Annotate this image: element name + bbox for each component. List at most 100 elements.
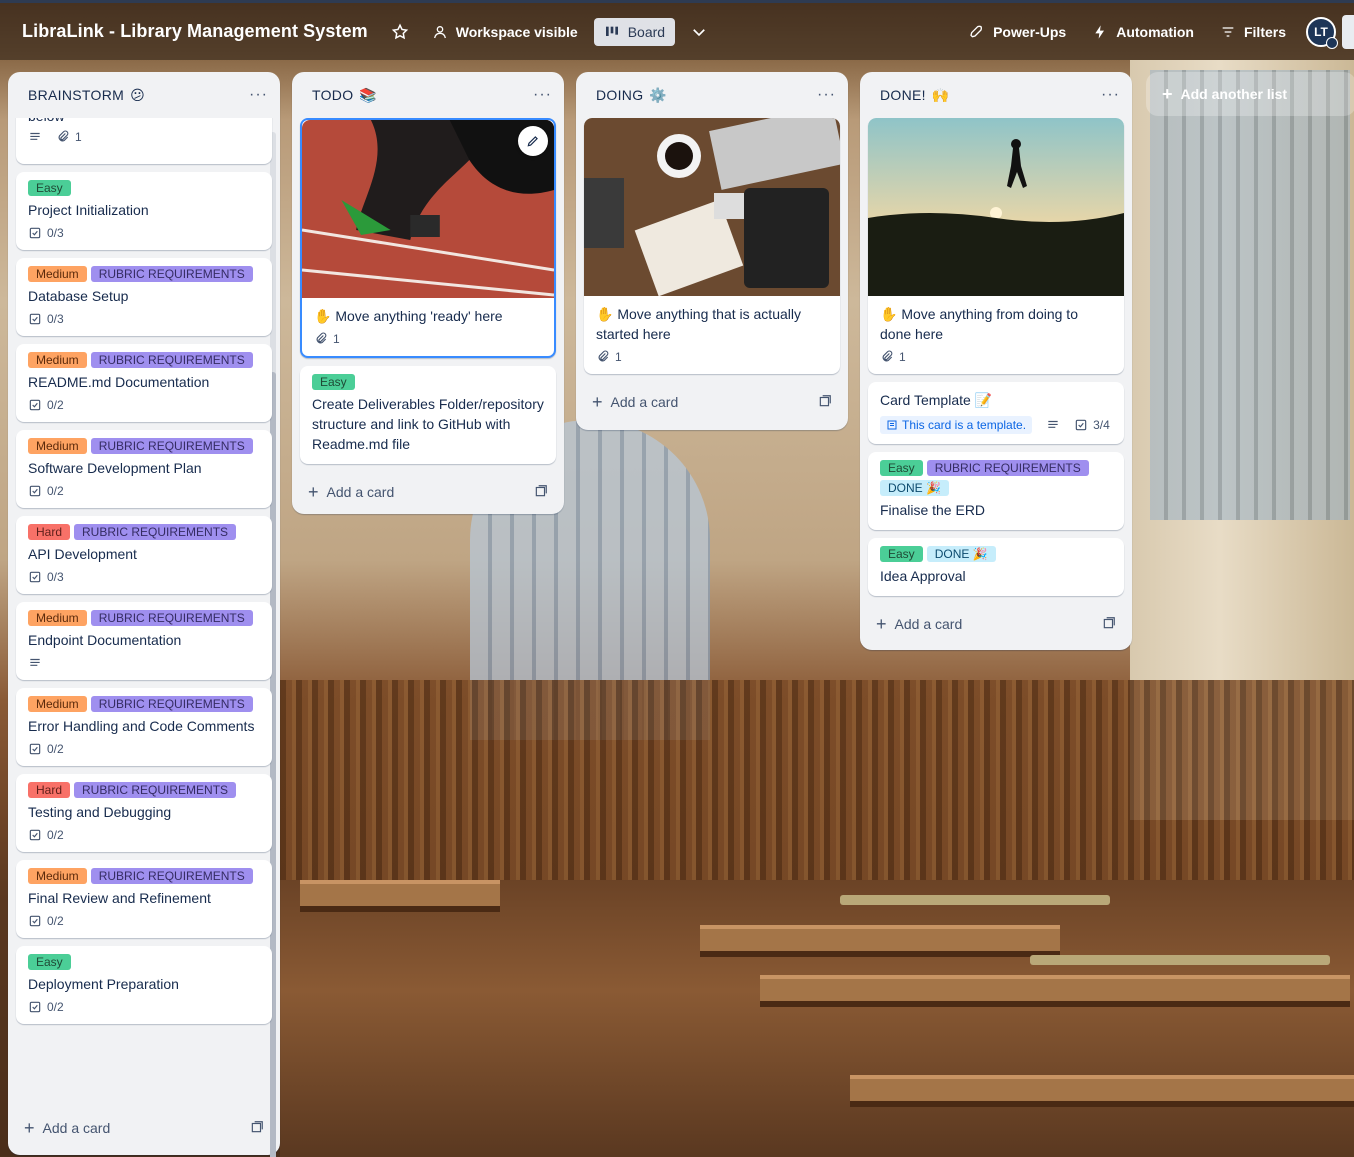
- checklist-badge: 0/2: [28, 1000, 64, 1014]
- label-easy: Easy: [880, 546, 923, 562]
- card-move-started[interactable]: ✋ Move anything that is actually started…: [584, 118, 840, 374]
- checkbox-icon: [29, 485, 41, 497]
- background-bookshelves: [280, 680, 1354, 880]
- card-move-done[interactable]: ✋ Move anything from doing to done here …: [868, 118, 1124, 374]
- label-rubric: RUBRIC REQUIREMENTS: [90, 438, 253, 454]
- card-create-deliverables[interactable]: Easy Create Deliverables Folder/reposito…: [300, 366, 556, 464]
- cover-image-runner: [302, 120, 554, 298]
- admin-badge-icon: [1326, 36, 1338, 49]
- checklist-badge: 0/2: [28, 914, 64, 928]
- label-medium: Medium: [28, 352, 87, 368]
- list-title[interactable]: DOING ⚙️: [596, 87, 667, 104]
- background-table: [700, 925, 1060, 951]
- add-card-button[interactable]: + Add a card: [8, 1108, 280, 1148]
- label-done: DONE 🎉: [880, 480, 949, 496]
- hand-emoji-icon: ✋: [596, 306, 614, 322]
- card[interactable]: Medium RUBRIC REQUIREMENTS Error Handling …: [16, 688, 272, 766]
- background-table: [850, 1075, 1354, 1101]
- description-icon: [1046, 418, 1060, 432]
- checklist-badge: 0/2: [28, 828, 64, 842]
- list-header: BRAINSTORM 😕 ···: [8, 72, 280, 118]
- card-idea-approval[interactable]: Easy DONE 🎉 Idea Approval: [868, 538, 1124, 596]
- add-card-button[interactable]: + Add a card: [292, 472, 564, 512]
- checkbox-icon: [29, 743, 41, 755]
- create-from-template-icon[interactable]: [250, 1120, 264, 1137]
- list-brainstorm: BRAINSTORM 😕 ··· below 1 Easy Project Ini…: [8, 72, 280, 1157]
- create-from-template-icon[interactable]: [534, 484, 548, 501]
- visibility-label: Workspace visible: [455, 23, 578, 40]
- card[interactable]: Easy Deployment Preparation 0/2: [16, 946, 272, 1024]
- list-header: DOING ⚙️ ···: [576, 72, 848, 118]
- attachment-badge: 1: [596, 350, 622, 364]
- list-menu-icon[interactable]: ···: [249, 86, 268, 104]
- visibility-button[interactable]: Workspace visible: [424, 18, 586, 46]
- plus-icon: +: [24, 1117, 35, 1138]
- list-menu-icon[interactable]: ···: [817, 86, 836, 104]
- card[interactable]: Medium RUBRIC REQUIREMENTS README.md Docum…: [16, 344, 272, 422]
- card[interactable]: Easy Project Initialization 0/3: [16, 172, 272, 250]
- star-icon[interactable]: [390, 22, 410, 42]
- board-header: LibraLink - Library Management System Wo…: [0, 0, 1354, 60]
- checklist-badge: 0/2: [28, 742, 64, 756]
- list-menu-icon[interactable]: ···: [1101, 86, 1120, 104]
- checklist-badge: 0/3: [28, 570, 64, 584]
- add-card-button[interactable]: + Add a card: [860, 604, 1132, 644]
- card[interactable]: Medium RUBRIC REQUIREMENTS Software Develo…: [16, 430, 272, 508]
- label-easy: Easy: [880, 460, 923, 476]
- card[interactable]: Hard RUBRIC REQUIREMENTS Testing and Debug…: [16, 774, 272, 852]
- chevron-down-icon[interactable]: [689, 22, 709, 42]
- card[interactable]: Medium RUBRIC REQUIREMENTS Endpoint Docume…: [16, 602, 272, 680]
- description-icon: [28, 130, 42, 144]
- add-list-button[interactable]: + Add another list: [1146, 72, 1354, 116]
- label-medium: Medium: [28, 610, 87, 626]
- template-icon: [887, 420, 897, 430]
- lightning-icon: [1095, 24, 1105, 39]
- plus-icon: +: [876, 613, 887, 634]
- label-rubric: RUBRIC REQUIREMENTS: [74, 524, 237, 540]
- list-title[interactable]: TODO 📚: [312, 87, 377, 104]
- board-view-label: Board: [627, 23, 666, 40]
- card-title: Project Initialization: [28, 202, 149, 218]
- memo-emoji-icon: 📝: [974, 392, 993, 408]
- attachment-badge: 1: [56, 130, 82, 144]
- list-header: TODO 📚 ···: [292, 72, 564, 118]
- add-card-button[interactable]: + Add a card: [576, 382, 848, 422]
- board-title[interactable]: LibraLink - Library Management System: [22, 21, 368, 42]
- card[interactable]: Medium RUBRIC REQUIREMENTS Final Review an…: [16, 860, 272, 938]
- checklist-badge: 0/3: [28, 312, 64, 326]
- attachment-badge: 1: [314, 332, 340, 346]
- checkbox-icon: [29, 829, 41, 841]
- avatar[interactable]: LT: [1306, 16, 1338, 49]
- automation-button[interactable]: Automation: [1084, 18, 1202, 46]
- label-hard: Hard: [28, 782, 71, 798]
- hand-emoji-icon: ✋: [880, 306, 898, 322]
- label-rubric: RUBRIC REQUIREMENTS: [90, 352, 253, 368]
- paperclip-icon: [882, 350, 893, 362]
- list-title[interactable]: DONE! 🙌: [880, 87, 950, 104]
- attachment-badge: 1: [880, 350, 906, 364]
- powerups-button[interactable]: Power-Ups: [961, 18, 1074, 46]
- label-rubric: RUBRIC REQUIREMENTS: [90, 868, 253, 884]
- share-button[interactable]: [1342, 14, 1354, 49]
- card-title: API Development: [28, 546, 137, 562]
- card-title: Software Development Plan: [28, 460, 202, 476]
- card[interactable]: Hard RUBRIC REQUIREMENTS API Development 0/…: [16, 516, 272, 594]
- card-move-ready[interactable]: ✋ Move anything 'ready' here 1: [300, 118, 556, 358]
- card[interactable]: Medium RUBRIC REQUIREMENTS Database Setup 0…: [16, 258, 272, 336]
- card[interactable]: below 1: [16, 118, 272, 164]
- list-menu-icon[interactable]: ···: [533, 86, 552, 104]
- card-title: README.md Documentation: [28, 374, 210, 390]
- list-title[interactable]: BRAINSTORM 😕: [28, 87, 145, 104]
- card-template[interactable]: Card Template 📝 This card is a template.…: [868, 382, 1124, 444]
- filters-label: Filters: [1243, 23, 1286, 40]
- card-finalise-erd[interactable]: Easy RUBRIC REQUIREMENTS DONE 🎉 Finalise…: [868, 452, 1124, 530]
- checklist-badge: 0/2: [28, 398, 64, 412]
- create-from-template-icon[interactable]: [818, 394, 832, 411]
- board-view-button[interactable]: Board: [593, 17, 676, 46]
- filters-button[interactable]: Filters: [1212, 18, 1294, 46]
- create-from-template-icon[interactable]: [1102, 616, 1116, 633]
- plus-icon: +: [592, 391, 603, 412]
- plus-icon: +: [1162, 83, 1173, 104]
- edit-card-button[interactable]: [518, 126, 548, 156]
- list-doing: DOING ⚙️ ··· ✋ Move anything that is act…: [576, 72, 848, 430]
